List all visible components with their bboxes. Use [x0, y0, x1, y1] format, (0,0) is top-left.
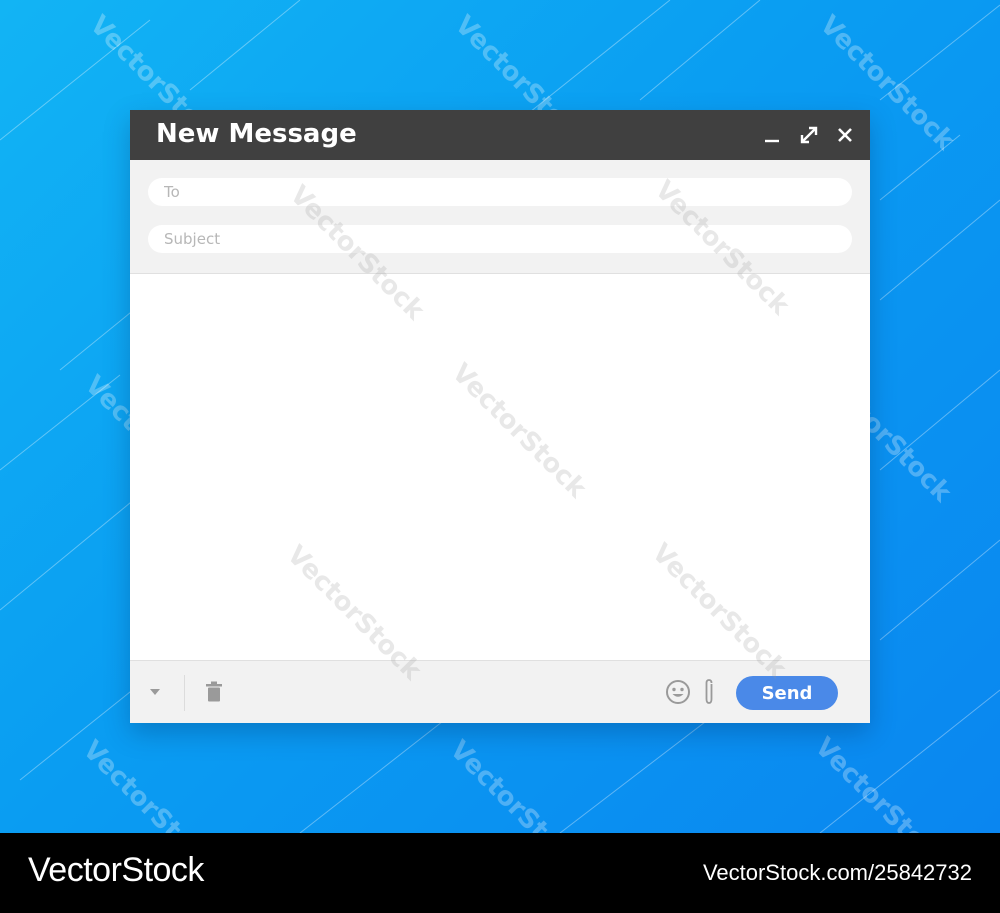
compose-toolbar: Send [130, 660, 870, 723]
minimize-icon [765, 139, 779, 143]
emoji-icon [666, 680, 690, 704]
attach-button[interactable] [702, 678, 716, 710]
image-id-text: VectorStock.com/25842732 [702, 860, 972, 885]
close-button[interactable] [833, 123, 857, 147]
more-options-button[interactable] [148, 683, 162, 702]
compose-header-fields [130, 160, 870, 274]
compose-window: New Message To Subject Send VectorStock … [130, 110, 870, 723]
close-icon [838, 128, 852, 142]
discard-button[interactable] [205, 681, 223, 707]
maximize-button[interactable] [797, 123, 821, 147]
message-body[interactable] [130, 274, 870, 660]
expand-icon [800, 126, 818, 144]
chevron-down-icon [150, 689, 160, 695]
trash-icon [206, 681, 222, 702]
compose-title: New Message [156, 119, 357, 149]
emoji-button[interactable] [665, 679, 691, 709]
compose-titlebar: New Message [130, 110, 870, 160]
toolbar-divider [184, 675, 185, 711]
paperclip-icon [705, 679, 713, 704]
minimize-button[interactable] [760, 123, 784, 147]
stock-footer-bar: VectorStock VectorStock.com/25842732 [0, 833, 1000, 913]
subject-field[interactable] [148, 225, 852, 253]
send-button[interactable]: Send [736, 676, 838, 710]
brand-logo: VectorStock [28, 851, 204, 889]
to-field[interactable] [148, 178, 852, 206]
